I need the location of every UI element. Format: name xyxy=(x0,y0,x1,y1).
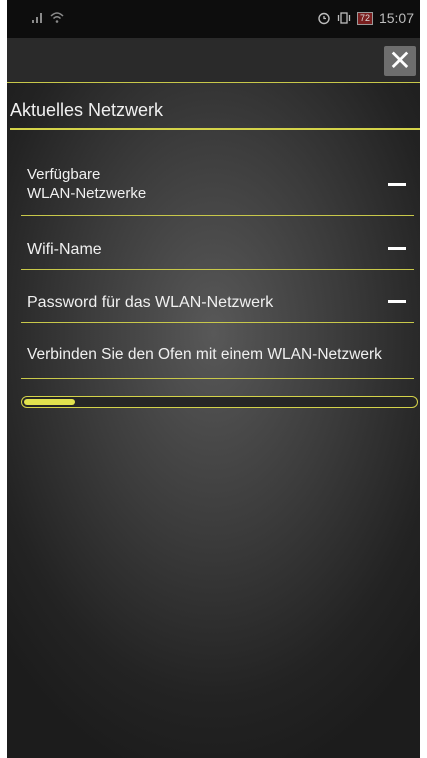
progress-fill xyxy=(24,399,76,405)
wifi-name-label: Wifi-Name xyxy=(27,241,102,258)
status-right: 72 15:07 xyxy=(317,10,414,26)
battery-icon: 72 xyxy=(356,11,373,25)
available-networks-label: Verfügbare WLAN-Netzwerke xyxy=(27,166,147,202)
collapse-icon[interactable] xyxy=(388,300,406,303)
status-bar: 72 15:07 xyxy=(7,0,420,38)
top-toolbar: ✕ xyxy=(7,38,420,83)
section-title: Aktuelles Netzwerk xyxy=(10,100,164,120)
vibrate-icon xyxy=(337,12,351,24)
signal-icon xyxy=(32,13,42,23)
connect-oven-label: Verbinden Sie den Ofen mit einem WLAN-Ne… xyxy=(27,346,382,363)
available-networks-row[interactable]: Verfügbare WLAN-Netzwerke xyxy=(21,163,414,216)
collapse-icon[interactable] xyxy=(388,183,406,186)
status-time: 15:07 xyxy=(378,10,414,26)
close-button[interactable]: ✕ xyxy=(384,46,416,76)
wifi-icon xyxy=(50,12,64,23)
wifi-password-label: Password für das WLAN-Netzwerk xyxy=(27,294,274,311)
progress-bar xyxy=(21,396,418,408)
collapse-icon[interactable] xyxy=(388,247,406,250)
section-divider xyxy=(10,128,420,130)
wifi-name-row[interactable]: Wifi-Name xyxy=(21,233,414,270)
wifi-password-row[interactable]: Password für das WLAN-Netzwerk xyxy=(21,286,414,323)
status-left xyxy=(31,10,65,24)
connect-oven-row[interactable]: Verbinden Sie den Ofen mit einem WLAN-Ne… xyxy=(21,340,414,379)
close-icon: ✕ xyxy=(388,45,412,76)
alarm-icon xyxy=(318,12,330,25)
app-screen: 72 15:07 ✕ Aktuelles Netzwerk Verfügbare… xyxy=(7,0,420,758)
